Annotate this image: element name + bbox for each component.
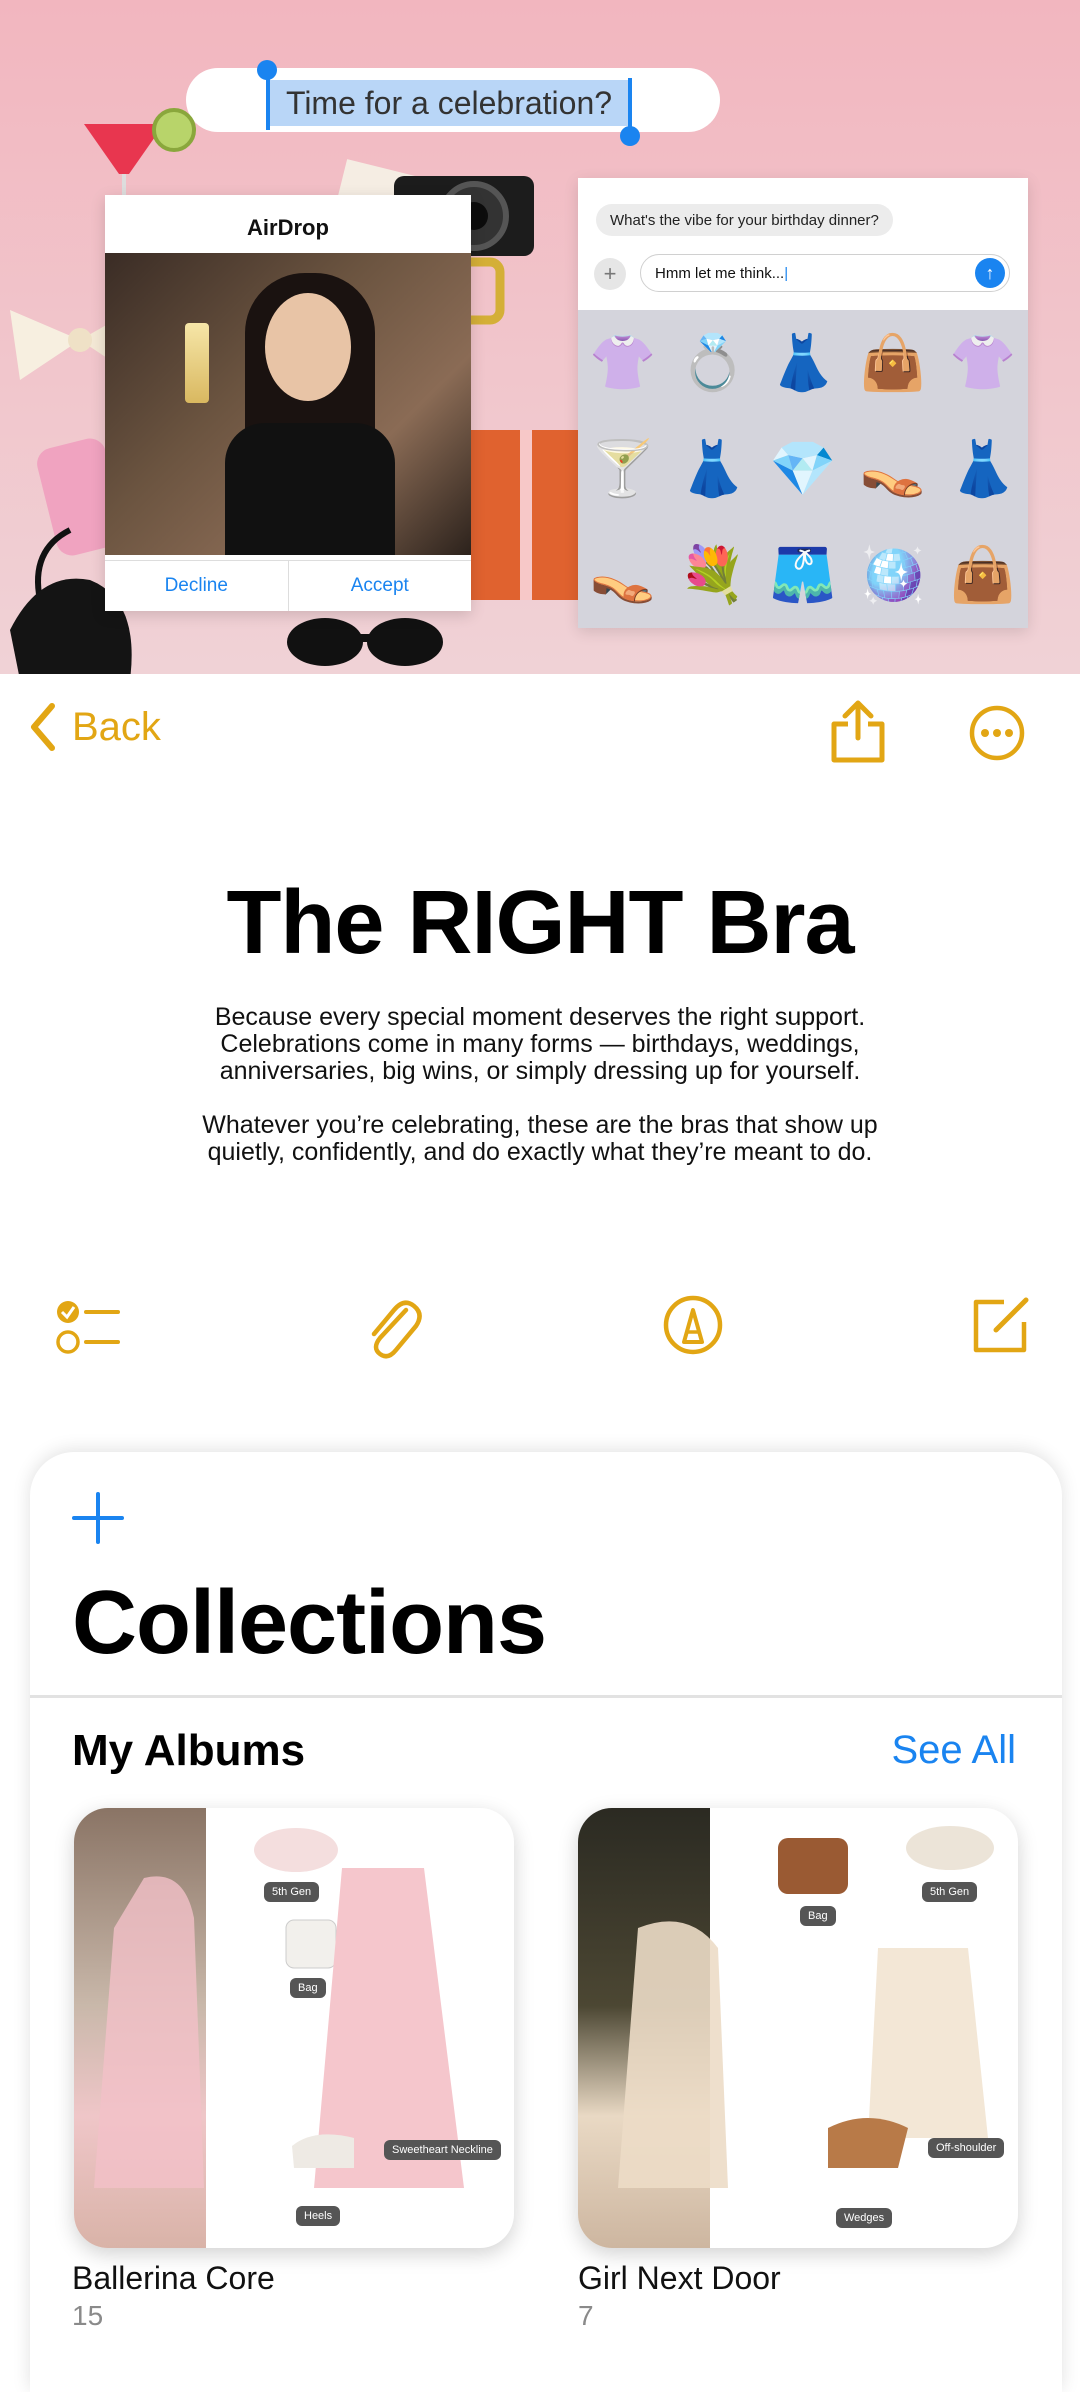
gift-box-icon bbox=[470, 430, 580, 600]
sticker-item[interactable]: 👡 bbox=[848, 416, 938, 522]
outfit-collage bbox=[618, 1826, 994, 2188]
more-options-icon[interactable] bbox=[968, 704, 1026, 762]
airdrop-title: AirDrop bbox=[247, 215, 329, 240]
note-line: Because every special moment deserves th… bbox=[214, 1003, 866, 1031]
note-title: The RIGHT Bra bbox=[226, 873, 854, 973]
sunglasses-icon bbox=[287, 618, 443, 666]
checklist-icon[interactable] bbox=[54, 1298, 122, 1358]
album-count: 15 bbox=[72, 2300, 104, 2331]
tag-label: Bag bbox=[800, 1906, 836, 1926]
tag-label: Heels bbox=[296, 2206, 341, 2226]
hero-title: Time for a celebration? bbox=[285, 84, 613, 121]
decline-button[interactable]: Decline bbox=[105, 561, 289, 611]
album-card-girl-next-door[interactable]: Bag 5th Gen Off-shoulder Wedges bbox=[578, 1808, 1018, 2248]
paperclip-icon[interactable] bbox=[362, 1294, 422, 1362]
chat-input-value: Hmm let me think... bbox=[655, 264, 785, 282]
see-all-link[interactable]: See All bbox=[891, 1728, 1016, 1773]
album-name: Girl Next Door bbox=[578, 2260, 781, 2296]
note-line: quietly, confidently, and do exactly wha… bbox=[207, 1138, 873, 1166]
sticker-item[interactable]: 💐 bbox=[668, 522, 758, 628]
note-line: Celebrations come in many forms — birthd… bbox=[220, 1030, 860, 1058]
sticker-item[interactable]: 🩳 bbox=[758, 522, 848, 628]
selection-handle-start[interactable] bbox=[257, 60, 277, 80]
compose-icon[interactable] bbox=[968, 1294, 1032, 1356]
divider bbox=[30, 1695, 1062, 1698]
note-paragraph-1: Because every special moment deserves th… bbox=[140, 1004, 940, 1085]
back-button[interactable]: Back bbox=[28, 702, 161, 752]
sticker-item[interactable]: 👜 bbox=[938, 522, 1028, 628]
hero-title-selection[interactable]: Time for a celebration? bbox=[268, 80, 630, 126]
airdrop-card: AirDrop Decline Accept bbox=[105, 195, 471, 611]
my-albums-heading: My Albums bbox=[72, 1726, 306, 1775]
tag-label: Off-shoulder bbox=[928, 2138, 1005, 2158]
accept-button[interactable]: Accept bbox=[289, 561, 472, 611]
chat-plus-icon[interactable]: + bbox=[594, 258, 626, 290]
tag-label: Sweetheart Neckline bbox=[384, 2140, 501, 2160]
note-paragraph-2: Whatever you’re celebrating, these are t… bbox=[140, 1112, 940, 1166]
collections-sheet: Collections My Albums See All 5th Gen Ba… bbox=[30, 1452, 1062, 2392]
sticker-item[interactable]: 💍 bbox=[668, 310, 758, 416]
chat-bubble: What's the vibe for your birthday dinner… bbox=[596, 204, 893, 236]
tag-label: 5th Gen bbox=[922, 1882, 978, 1902]
chat-input[interactable]: Hmm let me think... | ↑ bbox=[640, 254, 1010, 292]
share-icon[interactable] bbox=[828, 698, 888, 764]
tag-label: Wedges bbox=[836, 2208, 893, 2228]
send-arrow-icon[interactable]: ↑ bbox=[975, 258, 1005, 288]
collections-title: Collections bbox=[72, 1573, 547, 1673]
album-count: 7 bbox=[578, 2300, 594, 2331]
album-name: Ballerina Core bbox=[72, 2260, 275, 2296]
selection-caret-start[interactable] bbox=[266, 72, 270, 130]
sticker-item[interactable]: 👜 bbox=[848, 310, 938, 416]
sticker-item[interactable]: 👗 bbox=[668, 416, 758, 522]
tag-label: Bag bbox=[290, 1978, 326, 1998]
chat-card: What's the vibe for your birthday dinner… bbox=[578, 178, 1028, 628]
sticker-item[interactable]: 👡 bbox=[578, 522, 668, 628]
note-line: Whatever you’re celebrating, these are t… bbox=[202, 1111, 878, 1139]
sticker-item[interactable]: 👗 bbox=[938, 416, 1028, 522]
sticker-item[interactable]: 👚 bbox=[578, 310, 668, 416]
note-line: anniversaries, big wins, or simply dress… bbox=[219, 1057, 861, 1085]
sticker-item[interactable]: 🍸 bbox=[578, 416, 668, 522]
sticker-item[interactable]: 👗 bbox=[758, 310, 848, 416]
selection-handle-end[interactable] bbox=[620, 126, 640, 146]
sticker-item[interactable]: 👚 bbox=[938, 310, 1028, 416]
back-label: Back bbox=[72, 704, 161, 749]
hero-collage: Time for a celebration? AirDrop Decline … bbox=[0, 0, 1080, 674]
markup-pen-icon[interactable] bbox=[662, 1294, 724, 1356]
chevron-left-icon bbox=[31, 703, 55, 751]
sticker-grid: 👚 💍 👗 👜 👚 🍸 👗 💎 👡 👗 👡 💐 🩳 🪩 👜 bbox=[578, 310, 1028, 628]
sticker-item[interactable]: 🪩 bbox=[848, 522, 938, 628]
add-plus-icon[interactable] bbox=[70, 1490, 126, 1546]
album-card-ballerina-core[interactable]: 5th Gen Bag Sweetheart Neckline Heels bbox=[74, 1808, 514, 2248]
outfit-collage bbox=[94, 1828, 464, 2188]
tag-label: 5th Gen bbox=[264, 1882, 320, 1902]
airdrop-photo bbox=[105, 253, 471, 555]
sticker-item[interactable]: 💎 bbox=[758, 416, 848, 522]
